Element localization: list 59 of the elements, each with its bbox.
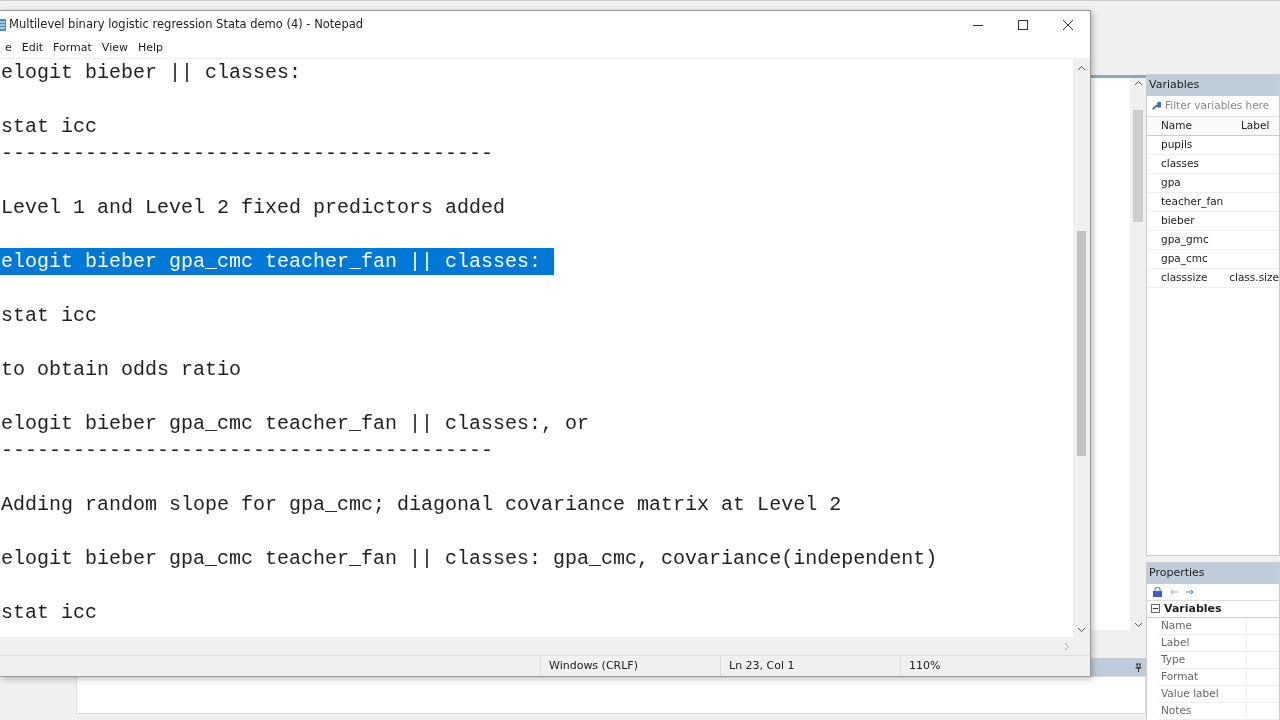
lock-icon[interactable] xyxy=(1153,587,1162,597)
minimize-icon xyxy=(972,24,983,26)
text-line: ----------------------------------------- xyxy=(0,141,494,167)
back-arrow-icon[interactable] xyxy=(1170,589,1178,595)
text-line: Adding random slope for gpa_cmc; diagonal covariance matrix at Level 2 xyxy=(0,492,842,518)
scrollbar[interactable] xyxy=(1073,59,1090,637)
forward-arrow-icon[interactable] xyxy=(1186,589,1194,595)
text-line: stat icc xyxy=(0,114,97,140)
variable-name[interactable]: gpa_cmc xyxy=(1147,250,1241,267)
pin-icon[interactable] xyxy=(1135,662,1142,672)
column-header[interactable]: Label xyxy=(1241,117,1270,134)
text-line: Level 1 and Level 2 fixed predictors added xyxy=(0,195,506,221)
text-line: elogit bieber gpa_cmc teacher_fan || classes: gpa_cmc, covariance(independent) xyxy=(0,546,938,572)
command-field[interactable] xyxy=(76,676,1146,714)
status-text: Windows (CRLF) xyxy=(540,656,720,676)
scrollbar[interactable] xyxy=(1130,78,1146,630)
scrollbar-thumb[interactable] xyxy=(1077,231,1086,456)
property-name: Format xyxy=(1159,669,1247,685)
close-icon xyxy=(1062,20,1073,30)
panel-title: Variables xyxy=(1147,75,1279,96)
text-line: stat icc xyxy=(0,303,97,329)
status-text: Ln 23, Col 1 xyxy=(720,656,900,676)
scrollbar[interactable] xyxy=(0,637,1090,655)
scroll-down-icon[interactable] xyxy=(1133,622,1143,628)
panel-title: Properties xyxy=(1147,563,1279,584)
window-title: Multilevel binary logistic regression Stata demo (4) - Notepad xyxy=(9,16,364,34)
scroll-up-icon[interactable] xyxy=(1133,80,1143,86)
text-line: ----------------------------------------- xyxy=(0,438,494,464)
status-text: 110% xyxy=(900,656,1080,676)
variable-name[interactable]: bieber xyxy=(1147,212,1241,229)
property-name: Value label xyxy=(1159,686,1247,702)
text-line: to obtain odds ratio xyxy=(0,357,242,383)
menu-item[interactable]: Edit xyxy=(16,40,49,57)
variable-name[interactable]: classes xyxy=(1147,155,1241,172)
menu-item[interactable]: Help xyxy=(132,40,169,57)
scroll-down-icon[interactable] xyxy=(1077,627,1086,633)
scroll-up-icon[interactable] xyxy=(1077,65,1086,71)
variable-name[interactable]: classsize xyxy=(1147,269,1230,286)
collapse-icon[interactable] xyxy=(1151,604,1160,614)
property-name: Notes xyxy=(1159,703,1247,719)
property-name: Name xyxy=(1159,618,1247,634)
menu-item[interactable]: Format xyxy=(48,40,97,57)
column-header[interactable]: Name xyxy=(1147,117,1241,134)
text-line: stat icc xyxy=(0,600,97,626)
property-name: Label xyxy=(1159,635,1247,651)
text-line: elogit bieber || classes: xyxy=(0,60,302,86)
text-line: elogit bieber gpa_cmc teacher_fan || classes:, or xyxy=(0,411,590,437)
variable-label[interactable]: class.size xyxy=(1229,269,1279,286)
wrench-icon xyxy=(1151,99,1161,112)
menu-item[interactable]: e xyxy=(0,40,17,57)
maximize-icon xyxy=(1017,20,1028,30)
variable-name[interactable]: teacher_fan xyxy=(1147,193,1241,210)
variable-name[interactable]: pupils xyxy=(1147,136,1241,153)
scrollbar-thumb[interactable] xyxy=(1133,110,1143,222)
variable-name[interactable]: gpa_gmc xyxy=(1147,231,1241,248)
menu-item[interactable]: View xyxy=(96,40,133,57)
property-name: Type xyxy=(1159,652,1247,668)
section-title: Variables xyxy=(1164,600,1222,617)
variable-name[interactable]: gpa xyxy=(1147,174,1241,191)
